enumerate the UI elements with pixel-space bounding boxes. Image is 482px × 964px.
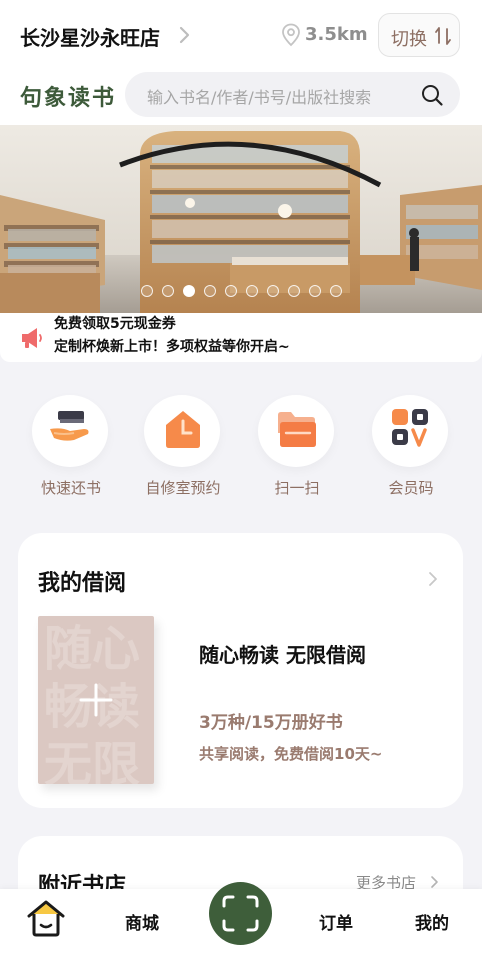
study-room-icon-circle [144, 395, 220, 467]
banner-dot[interactable] [246, 285, 258, 297]
member-code-icon-circle [372, 395, 448, 467]
store-name[interactable]: 长沙星沙永旺店 [20, 22, 160, 51]
banner-dot[interactable] [204, 285, 216, 297]
banner-dot[interactable] [330, 285, 342, 297]
chevron-right-icon[interactable] [430, 875, 439, 889]
quick-actions: 快速还书 自修室预约 扫一扫 会员码 [0, 395, 482, 505]
search-placeholder: 输入书名/作者/书号/出版社搜索 [147, 88, 372, 107]
borrow-card-title: 我的借阅 [38, 571, 127, 596]
banner-dot-active[interactable] [183, 285, 195, 297]
banner-dot[interactable] [267, 285, 279, 297]
chevron-right-icon[interactable] [177, 25, 191, 45]
quick-return-icon-circle [32, 395, 108, 467]
notice-line-2: 定制杯焕新上市！多项权益等你开启~ [54, 339, 290, 355]
my-borrow-card[interactable]: 我的借阅 随心畅读无限 随心畅读 无限借阅 3万种/15万册好书 共享阅读，免费… [18, 533, 463, 808]
location-bar: 长沙星沙永旺店 3.5km 切换 [0, 0, 482, 64]
tab-mine-label: 我的 [415, 914, 449, 934]
brand-logo: 句象读书 [20, 85, 117, 111]
banner-dot[interactable] [141, 285, 153, 297]
quick-return-button[interactable]: 快速还书 [16, 395, 126, 505]
borrow-book-count: 3万种/15万册好书 [199, 713, 343, 733]
chevron-right-icon[interactable] [428, 571, 438, 587]
tab-mine[interactable]: 我的 [388, 889, 482, 949]
study-room-button[interactable]: 自修室预约 [128, 395, 238, 505]
member-qr-icon [392, 409, 428, 447]
search-icon[interactable] [420, 83, 444, 107]
member-code-label: 会员码 [388, 479, 434, 497]
borrow-subtitle: 共享阅读，免费借阅10天~ [199, 745, 383, 763]
store-distance: 3.5km [305, 24, 368, 45]
scan-icon-circle [258, 395, 334, 467]
study-room-clock-icon [166, 411, 200, 448]
banner-dot[interactable] [162, 285, 174, 297]
study-room-label: 自修室预约 [145, 479, 221, 497]
quick-return-label: 快速还书 [40, 479, 101, 497]
swap-arrows-icon [435, 27, 451, 45]
tab-mall-label: 商城 [125, 914, 159, 934]
home-icon [27, 900, 65, 937]
scan-icon [222, 895, 259, 932]
tab-mall[interactable]: 商城 [94, 889, 194, 949]
tab-home[interactable] [0, 889, 94, 949]
switch-label: 切换 [391, 29, 427, 50]
add-book-button[interactable]: 随心畅读无限 [38, 616, 154, 784]
search-input[interactable]: 输入书名/作者/书号/出版社搜索 [125, 72, 460, 117]
plus-icon [79, 683, 113, 717]
banner-dot[interactable] [225, 285, 237, 297]
center-scan-button[interactable] [209, 882, 272, 945]
scan-folder-icon [278, 412, 316, 447]
hand-book-icon [50, 411, 89, 441]
notice-bar[interactable]: 免费领取5元现金券 定制杯焕新上市！多项权益等你开启~ [0, 313, 482, 362]
borrow-headline: 随心畅读 无限借阅 [199, 643, 366, 667]
scan-label: 扫一扫 [274, 479, 320, 497]
member-code-button[interactable]: 会员码 [356, 395, 466, 505]
location-pin-icon [282, 23, 300, 47]
banner-dot[interactable] [309, 285, 321, 297]
megaphone-icon [22, 328, 42, 348]
notice-line-1: 免费领取5元现金券 [54, 316, 176, 332]
tab-orders[interactable]: 订单 [290, 889, 384, 949]
banner-dot[interactable] [288, 285, 300, 297]
switch-store-button[interactable]: 切换 [378, 13, 460, 57]
bottom-tab-bar: 商城 订单 我的 [0, 882, 482, 964]
search-row: 句象读书 输入书名/作者/书号/出版社搜索 [0, 64, 482, 125]
banner-pagination [141, 285, 342, 297]
promo-banner[interactable] [0, 125, 482, 313]
scan-button[interactable]: 扫一扫 [242, 395, 352, 505]
tab-orders-label: 订单 [319, 914, 353, 934]
